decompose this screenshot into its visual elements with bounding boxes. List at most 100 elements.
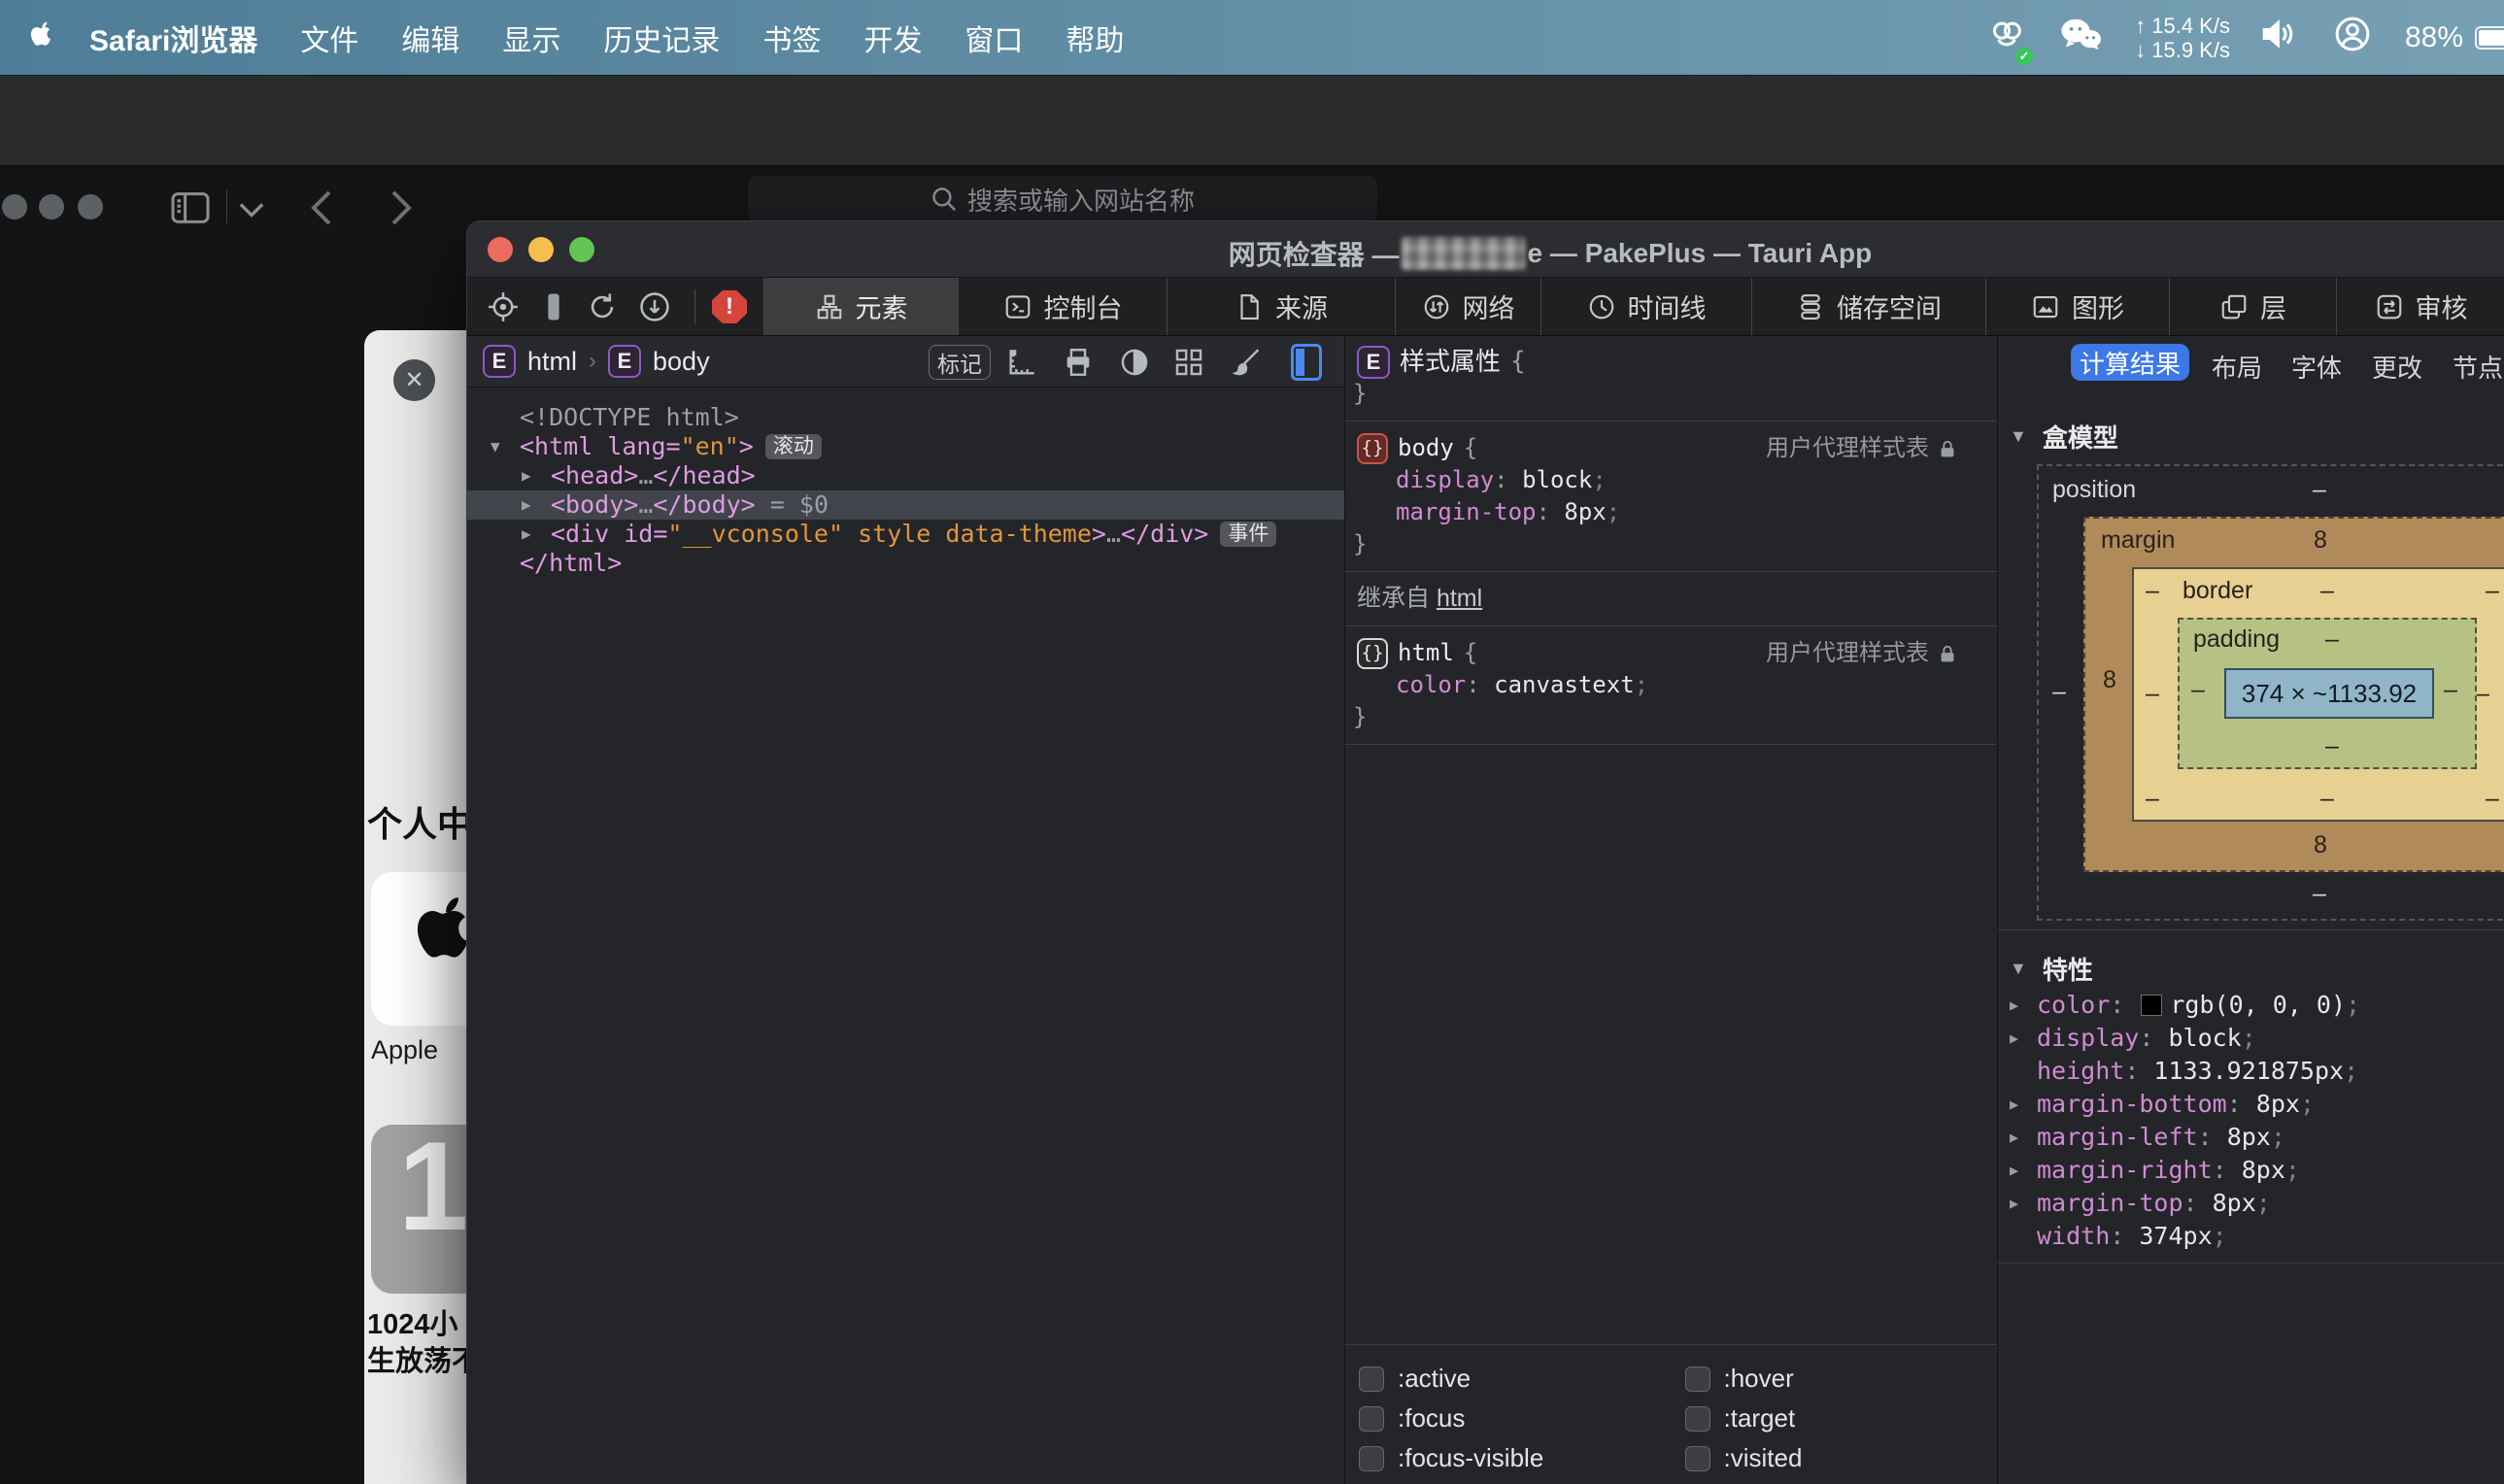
bm-border-bottomright[interactable]: – [2486, 785, 2499, 813]
sidebar-toggle-icon[interactable] [169, 190, 212, 230]
pseudo-class-focus-visible[interactable]: :focus-visible [1345, 1443, 1672, 1473]
color-swatch[interactable] [2141, 995, 2162, 1016]
bm-content-right[interactable]: – [2444, 676, 2457, 704]
css-property[interactable]: color: canvastext; [1345, 669, 1997, 701]
bm-border-bottom[interactable]: – [2320, 785, 2334, 813]
tab-computed[interactable]: 计算结果 [2071, 344, 2189, 381]
menu-item[interactable]: 开发 [863, 17, 922, 59]
computed-property-display[interactable]: ▶display: block; [1998, 1022, 2504, 1055]
inspector-tab-console[interactable]: 控制台 [958, 278, 1167, 335]
computed-property-margin-top[interactable]: ▶margin-top: 8px; [1998, 1187, 2504, 1220]
properties-section-header[interactable]: ▼ 特性 [2010, 951, 2093, 987]
pseudo-class-hover[interactable]: :hover [1672, 1364, 1998, 1394]
volume-icon[interactable] [2259, 17, 2300, 59]
inspector-tab-sources[interactable]: 来源 [1167, 278, 1395, 335]
inspector-tab-audit[interactable]: 审核 [2336, 278, 2504, 335]
disclosure-triangle-icon[interactable]: ▼ [2010, 959, 2027, 979]
computed-property-height[interactable]: height: 1133.921875px; [1998, 1055, 2504, 1088]
checkbox[interactable] [1359, 1366, 1384, 1392]
paintbrush-icon[interactable] [1231, 346, 1264, 384]
menu-item[interactable]: 显示 [502, 17, 560, 59]
address-search-field[interactable]: 搜索或输入网站名称 [748, 176, 1377, 222]
minimize-button[interactable] [528, 237, 554, 262]
inspector-tab-layers[interactable]: 层 [2169, 278, 2336, 335]
inspector-tab-elements[interactable]: 元素 [763, 278, 958, 335]
checkbox[interactable] [1685, 1406, 1710, 1432]
bm-position-top[interactable]: – [2313, 476, 2326, 504]
pseudo-class-target[interactable]: :target [1672, 1403, 1998, 1433]
dom-row-badge[interactable]: 事件 [1220, 522, 1276, 547]
disclosure-right-icon[interactable]: ▶ [2010, 989, 2018, 1022]
style-attribute-header[interactable]: E样式属性{ [1345, 346, 1997, 378]
bm-padding-left[interactable]: – [2191, 676, 2205, 704]
computed-property-width[interactable]: width: 374px; [1998, 1220, 2504, 1253]
bm-position-bottom[interactable]: – [2313, 880, 2326, 908]
bm-margin-bottom[interactable]: 8 [2314, 831, 2327, 860]
bm-border-top[interactable]: – [2320, 577, 2334, 605]
grid-icon[interactable] [1172, 346, 1205, 384]
inspector-tab-network[interactable]: 网络 [1395, 278, 1540, 335]
breadcrumb-item-html[interactable]: html [527, 347, 577, 377]
disclosure-right-icon[interactable]: ▶ [2010, 1121, 2018, 1154]
bm-content-box[interactable]: 374 × ~1133.92 [2224, 668, 2434, 719]
bm-border-left[interactable]: – [2146, 680, 2159, 708]
checkbox[interactable] [1359, 1446, 1384, 1471]
ruler-icon[interactable] [1005, 346, 1038, 384]
reload-icon[interactable] [586, 290, 619, 328]
dom-tree-row[interactable]: </html> [467, 549, 1344, 578]
disclosure-right-icon[interactable]: ▶ [2010, 1022, 2018, 1055]
bm-border-topright[interactable]: – [2486, 577, 2499, 605]
tab-layout[interactable]: 布局 [2212, 349, 2262, 385]
inspector-tab-storage[interactable]: 储存空间 [1751, 278, 1985, 335]
bm-position-left[interactable]: – [2052, 678, 2066, 706]
bm-padding-right[interactable]: – [2476, 680, 2489, 708]
bm-padding-bottom[interactable]: – [2325, 732, 2339, 760]
disclosure-right-icon[interactable]: ▶ [522, 461, 531, 490]
details-sidebar-toggle[interactable] [1291, 344, 1322, 381]
menu-item[interactable]: 书签 [762, 17, 821, 59]
inspector-tab-graphics[interactable]: 图形 [1985, 278, 2169, 335]
bm-margin-top[interactable]: 8 [2314, 526, 2327, 555]
chevron-down-icon[interactable] [239, 202, 264, 222]
safari-minimize-button[interactable] [39, 194, 64, 219]
bm-padding-top[interactable]: – [2325, 625, 2339, 654]
proxy-app-icon[interactable]: ✓ [1987, 15, 2026, 61]
printer-icon[interactable] [1062, 346, 1095, 384]
disclosure-right-icon[interactable]: ▶ [2010, 1187, 2018, 1220]
issues-badge[interactable]: ! [712, 290, 747, 323]
box-model-diagram[interactable]: position – – – margin 8 8 8 – border – –… [2037, 464, 2504, 921]
checkbox[interactable] [1685, 1446, 1710, 1471]
bm-margin-left[interactable]: 8 [2103, 666, 2116, 694]
page-close-button[interactable]: ✕ [393, 359, 435, 401]
menu-item[interactable]: 帮助 [1066, 17, 1124, 59]
inspector-tab-timelines[interactable]: 时间线 [1540, 278, 1751, 335]
css-rule-selector[interactable]: {}body {用户代理样式表 [1345, 432, 1997, 464]
bm-border-bottomleft[interactable]: – [2146, 785, 2159, 813]
device-icon[interactable] [537, 290, 570, 328]
tab-node[interactable]: 节点 [2453, 349, 2503, 385]
css-property[interactable]: margin-top: 8px; [1345, 496, 1997, 528]
menu-item[interactable]: 编辑 [401, 17, 459, 59]
pseudo-class-focus[interactable]: :focus [1345, 1403, 1672, 1433]
breadcrumb-item-body[interactable]: body [653, 347, 710, 377]
pseudo-class-active[interactable]: :active [1345, 1364, 1672, 1394]
zoom-button[interactable] [569, 237, 594, 262]
contrast-icon[interactable] [1118, 346, 1151, 384]
user-account-icon[interactable] [2333, 15, 2372, 61]
checkbox[interactable] [1359, 1406, 1384, 1432]
computed-property-color[interactable]: ▶color: rgb(0, 0, 0); [1998, 989, 2504, 1022]
computed-property-margin-left[interactable]: ▶margin-left: 8px; [1998, 1121, 2504, 1154]
css-property[interactable]: display: block; [1345, 464, 1997, 496]
menu-item[interactable]: 窗口 [964, 17, 1023, 59]
disclosure-right-icon[interactable]: ▶ [522, 520, 531, 549]
dom-row-badge[interactable]: 滚动 [765, 434, 822, 459]
disclosure-right-icon[interactable]: ▶ [522, 490, 531, 520]
dom-tree-row[interactable]: ▼<html lang="en">滚动 [467, 432, 1344, 461]
disclosure-down-icon[interactable]: ▼ [491, 432, 500, 461]
dom-tree-row[interactable]: ▶<div id="__vconsole" style data-theme>…… [467, 520, 1344, 549]
apple-menu-icon[interactable] [23, 20, 52, 55]
safari-close-button[interactable] [2, 194, 27, 219]
bm-border-topleft[interactable]: – [2146, 577, 2159, 605]
forward-button[interactable] [387, 188, 416, 232]
element-picker-icon[interactable] [487, 290, 520, 328]
